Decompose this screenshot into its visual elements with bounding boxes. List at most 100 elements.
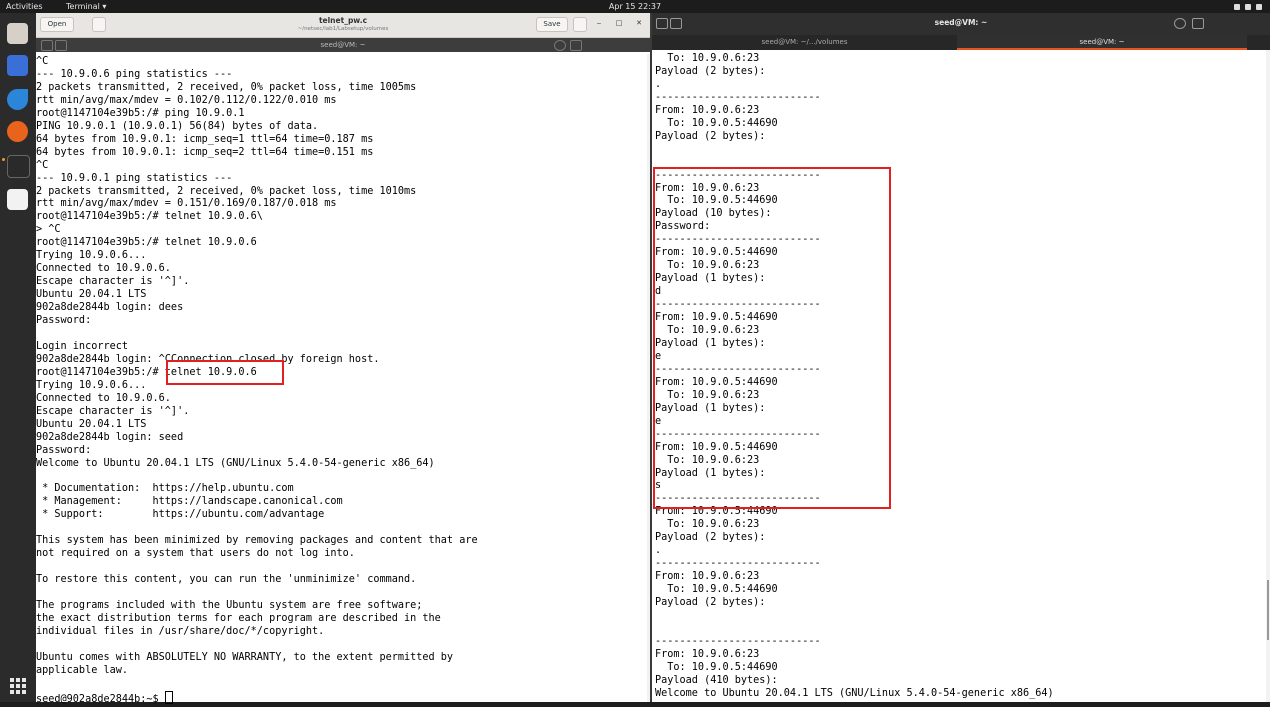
screenshot-icon[interactable] [7,55,28,76]
menu-button[interactable] [573,17,587,32]
terminal-line: Ubuntu 20.04.1 LTS [36,418,147,430]
power-icon [1256,3,1262,10]
terminal-left[interactable]: ^C --- 10.9.0.6 ping statistics --- 2 pa… [36,54,650,705]
scrollbar-thumb[interactable] [1267,580,1269,640]
wireshark-icon[interactable] [7,89,28,110]
terminal-line: . [655,545,662,557]
scrollbar-right[interactable] [1266,50,1270,702]
search-icon[interactable] [554,40,566,51]
terminal-line: * Management: https://landscape.canonica… [36,496,343,508]
terminal-line: --------------------------- [655,635,821,647]
close-icon[interactable] [1254,18,1264,27]
terminal-line: To restore this content, you can run the… [36,574,417,586]
terminal-line: ^C [36,56,49,67]
shell-prompt: seed@902a8de2844b:~$ [36,693,165,705]
terminal-line: Login incorrect [36,340,129,352]
terminal-line: --- 10.9.0.1 ping statistics --- [36,172,233,184]
terminal-line: applicable law. [36,664,129,676]
terminal-line: Trying 10.9.0.6... [36,250,147,262]
system-tray[interactable] [1234,0,1262,13]
terminal-line: Password: [36,444,92,456]
terminal-line: 902a8de2844b login: seed [36,431,184,443]
terminal-line: To: 10.9.0.6:23 [655,53,760,64]
close-button[interactable]: ✕ [634,17,644,30]
terminal-line: This system has been minimized by removi… [36,535,478,547]
terminal-line: --- 10.9.0.6 ping statistics --- [36,68,233,80]
terminal-line: rtt min/avg/max/mdev = 0.102/0.112/0.122… [36,94,337,106]
maximize-icon[interactable] [634,40,644,49]
terminal-line: the exact distribution terms for each pr… [36,612,441,624]
terminal-line: Ubuntu 20.04.1 LTS [36,289,147,301]
terminal-line: Payload (410 bytes): [655,674,778,686]
tab-home[interactable]: seed@VM: ~ [957,35,1247,50]
highlight-box-telnet [166,360,284,385]
terminal-tabs: seed@VM: ~/.../volumes seed@VM: ~ [652,35,1270,50]
tab-volumes[interactable]: seed@VM: ~/.../volumes [652,35,957,50]
terminal-line: Ubuntu comes with ABSOLUTELY NO WARRANTY… [36,651,454,663]
terminal-line: From: 10.9.0.6:23 [655,571,760,583]
terminal-line: 2 packets transmitted, 2 received, 0% pa… [36,81,417,93]
terminal-line: > ^C [36,224,61,236]
right-window: seed@VM: ~ seed@VM: ~/.../volumes seed@V… [650,13,1270,702]
terminal-line: Escape character is '^]'. [36,276,190,288]
terminal-line: Password: [36,315,92,327]
terminal-line: To: 10.9.0.5:44690 [655,661,778,673]
terminal-line: Escape character is '^]'. [36,405,190,417]
terminal-right[interactable]: To: 10.9.0.6:23 Payload (2 bytes): . ---… [652,50,1270,702]
terminal-line: 902a8de2844b login: dees [36,302,184,314]
terminal-line: Payload (2 bytes): [655,130,766,142]
terminal-line: To: 10.9.0.5:44690 [655,117,778,129]
terminal-line: From: 10.9.0.6:23 [655,104,760,116]
gedit-header: Open telnet_pw.c ~/netsec/lab1/Labsetup/… [36,13,650,38]
minimize-button[interactable]: ‒ [594,17,604,30]
terminal-line: 64 bytes from 10.9.0.1: icmp_seq=2 ttl=6… [36,146,374,158]
terminal-line: * Support: https://ubuntu.com/advantage [36,509,325,521]
terminal-line: Connected to 10.9.0.6. [36,263,171,275]
terminal-line: --------------------------- [655,558,821,570]
terminal-line: Welcome to Ubuntu 20.04.1 LTS (GNU/Linux… [36,457,435,469]
terminal-line: rtt min/avg/max/mdev = 0.151/0.169/0.187… [36,198,337,210]
save-button[interactable]: Save [536,17,568,32]
minimize-icon[interactable] [1218,18,1228,27]
terminal-line: individual files in /usr/share/doc/*/cop… [36,625,325,637]
hamburger-icon[interactable] [1192,18,1204,29]
terminal-header-right: seed@VM: ~ [652,13,1270,35]
terminal-line: 64 bytes from 10.9.0.1: icmp_seq=1 ttl=6… [36,133,374,145]
network-icon [1234,3,1240,10]
terminal-line: root@1147104e39b5:/# telnet 10.9.0.6\ [36,211,263,223]
running-indicator [2,158,5,161]
terminal-line: From: 10.9.0.6:23 [655,648,760,660]
firefox-icon[interactable] [7,121,28,142]
text-editor-icon[interactable] [7,189,28,210]
terminal-line: --------------------------- [655,91,821,103]
terminal-line: * Documentation: https://help.ubuntu.com [36,483,294,495]
terminal-line: Payload (2 bytes): [655,597,766,609]
files-icon[interactable] [7,23,28,44]
hamburger-icon[interactable] [570,40,582,51]
terminal-line: Payload (2 bytes): [655,532,766,544]
terminal-line: PING 10.9.0.1 (10.9.0.1) 56(84) bytes of… [36,120,319,132]
maximize-button[interactable]: □ [614,17,624,30]
left-window: Open telnet_pw.c ~/netsec/lab1/Labsetup/… [36,13,650,705]
terminal-line: Connected to 10.9.0.6. [36,392,171,404]
search-icon[interactable] [1174,18,1186,29]
show-apps-icon[interactable] [10,678,26,694]
volume-icon [1245,3,1251,10]
terminal-line: not required on a system that users do n… [36,548,355,560]
clock[interactable]: Apr 15 22:37 [0,0,1270,13]
maximize-icon[interactable] [1236,18,1246,27]
terminal-line: To: 10.9.0.6:23 [655,519,760,531]
terminal-line: Payload (2 bytes): [655,65,766,77]
terminal-header-left: seed@VM: ~ [36,38,650,52]
terminal-line: To: 10.9.0.5:44690 [655,584,778,596]
terminal-line: Welcome to Ubuntu 20.04.1 LTS (GNU/Linux… [655,687,1054,699]
terminal-line: ^C [36,159,49,171]
highlight-box-packets [653,167,891,509]
terminal-line: Trying 10.9.0.6... [36,379,147,391]
terminal-line: 2 packets transmitted, 2 received, 0% pa… [36,185,417,197]
terminal-icon[interactable] [7,155,30,178]
terminal-line: root@1147104e39b5:/# ping 10.9.0.1 [36,107,245,119]
terminal-line: root@1147104e39b5:/# telnet 10.9.0.6 [36,237,257,249]
minimize-icon[interactable] [614,40,624,49]
top-bar: Activities Terminal ▾ Apr 15 22:37 [0,0,1270,13]
